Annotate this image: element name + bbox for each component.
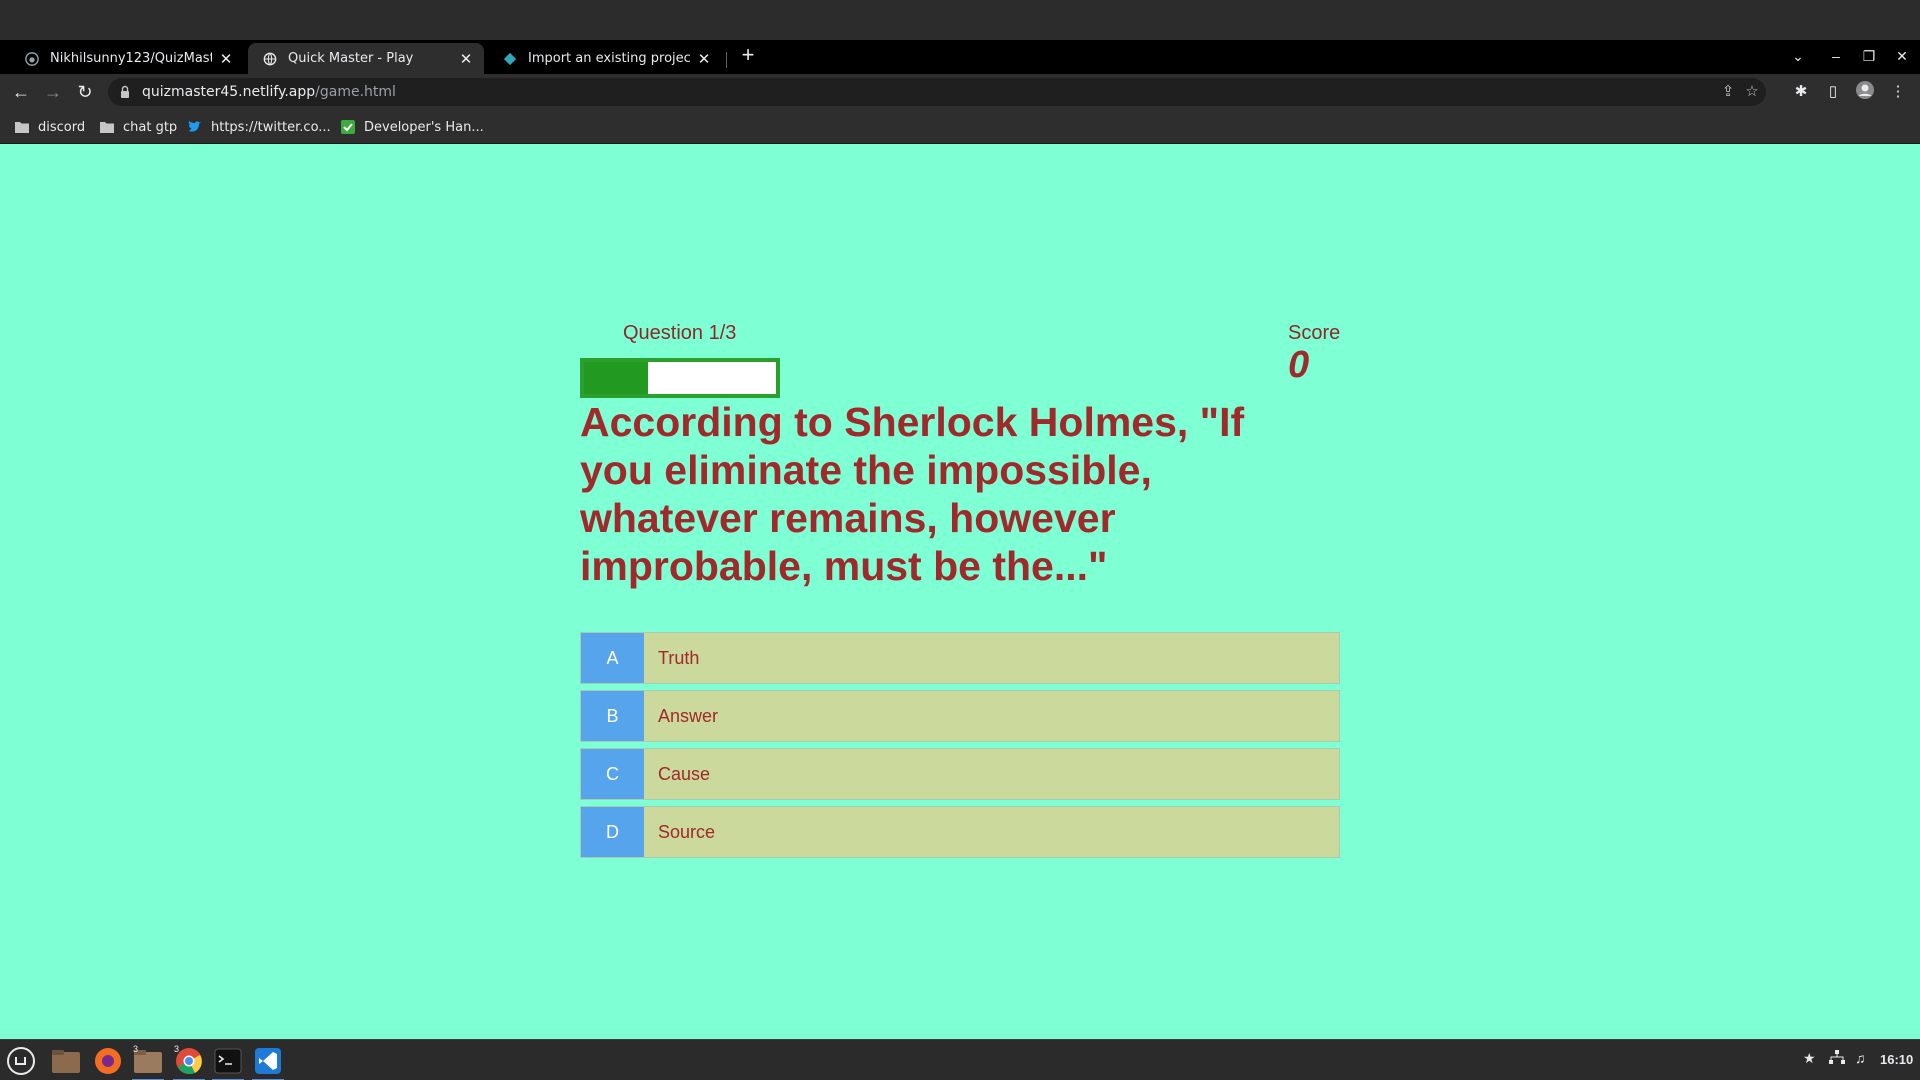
tab-quiz-play[interactable]: Quick Master - Play ✕ [248, 43, 484, 74]
netlify-icon [502, 51, 518, 67]
menu-kebab-icon[interactable]: ⋮ [1886, 80, 1910, 104]
choice-c[interactable]: C Cause [580, 748, 1340, 800]
choice-text: Answer [658, 705, 719, 726]
close-tab-icon[interactable]: ✕ [458, 50, 474, 68]
bookmark-label: https://twitter.co... [211, 119, 331, 135]
bookmark-chat-gtp[interactable]: chat gtp [99, 117, 177, 137]
choice-prefix: A [581, 633, 644, 683]
chrome-icon[interactable]: 3 [171, 1043, 207, 1080]
bookmark-label: chat gtp [123, 119, 178, 135]
question-text: According to Sherlock Holmes, "If you el… [580, 399, 1245, 589]
side-panel-icon[interactable]: ▯ [1821, 80, 1845, 104]
choice-b[interactable]: B Answer [580, 690, 1340, 742]
tab-title: Import an existing project fro [528, 51, 690, 66]
twitter-icon [187, 119, 203, 135]
choice-prefix: D [581, 807, 644, 857]
choice-prefix: C [581, 749, 644, 799]
firefox-icon[interactable] [90, 1043, 126, 1079]
clock: 16:10 [1880, 1052, 1914, 1067]
folder-icon[interactable]: 3 [130, 1043, 166, 1080]
choice-a[interactable]: A Truth [580, 632, 1340, 684]
url-path: /game.html [315, 84, 396, 100]
bookmarks-bar: discord chat gtp https://twitter.co... D… [0, 110, 1920, 144]
folder-icon [99, 119, 115, 135]
tab-title: Nikhilsunny123/QuizMaster: S [50, 51, 212, 66]
tab-separator [726, 52, 727, 68]
score-label: Score [1288, 322, 1341, 344]
window-count-badge: 3 [133, 1044, 139, 1054]
close-tab-icon[interactable]: ✕ [218, 50, 234, 68]
close-tab-icon[interactable]: ✕ [696, 50, 712, 68]
files-icon[interactable] [48, 1043, 84, 1079]
restore-icon[interactable]: ❐ [1857, 44, 1881, 68]
choice-text: Cause [658, 763, 711, 784]
network-icon[interactable] [1829, 1050, 1845, 1067]
lock-icon [121, 85, 129, 98]
bookmark-discord[interactable]: discord [14, 117, 85, 137]
bookmark-developers-handbook[interactable]: Developer's Han... [340, 117, 484, 137]
choice-list: A Truth B Answer C Cause D Source [580, 632, 1340, 864]
address-bar[interactable]: quizmaster45.netlify.app/game.html ⇪ ☆ [108, 78, 1766, 106]
bookmark-star-icon[interactable]: ☆ [1740, 80, 1764, 104]
new-tab-button[interactable]: + [736, 44, 760, 68]
os-taskbar: 3 3 ★ ♫ 16:10 [0, 1039, 1920, 1080]
tab-strip: Nikhilsunny123/QuizMaster: S ✕ Quick Mas… [0, 40, 1920, 74]
window-count-badge: 3 [174, 1044, 180, 1054]
browser-title-bar [0, 0, 1920, 40]
terminal-icon[interactable] [210, 1043, 246, 1080]
folder-icon [14, 119, 30, 135]
back-icon[interactable]: ← [9, 80, 33, 104]
question-progress-text: Question 1/3 [623, 322, 737, 344]
tab-github[interactable]: Nikhilsunny123/QuizMaster: S ✕ [10, 43, 244, 74]
vscode-icon[interactable] [250, 1043, 286, 1080]
favorites-star-icon[interactable]: ★ [1803, 1050, 1816, 1067]
url-host: quizmaster45.netlify.app [142, 84, 316, 100]
browser-toolbar: ← → ↻ quizmaster45.netlify.app/game.html… [0, 74, 1920, 110]
sound-icon[interactable]: ♫ [1855, 1050, 1866, 1066]
bookmark-label: Developer's Han... [364, 119, 484, 135]
choice-prefix: B [581, 691, 644, 741]
reload-icon[interactable]: ↻ [73, 80, 97, 104]
tab-title: Quick Master - Play [288, 51, 414, 66]
share-icon[interactable]: ⇪ [1716, 80, 1740, 104]
checkmark-icon [340, 119, 356, 135]
choice-d[interactable]: D Source [580, 806, 1340, 858]
profile-avatar-icon[interactable] [1853, 80, 1877, 104]
forward-icon[interactable]: → [41, 80, 65, 104]
globe-icon [262, 51, 278, 67]
tab-search-icon[interactable]: ⌄ [1786, 44, 1810, 68]
close-window-icon[interactable]: ✕ [1890, 44, 1914, 68]
choice-text: Truth [658, 647, 700, 668]
url-text: quizmaster45.netlify.app/game.html [142, 84, 396, 100]
choice-text: Source [658, 821, 716, 842]
bookmark-label: discord [38, 119, 86, 135]
tab-netlify-import[interactable]: Import an existing project fro ✕ [488, 43, 722, 74]
mint-menu-icon[interactable] [3, 1043, 39, 1079]
progress-bar-fill [584, 362, 648, 394]
github-icon [24, 51, 40, 67]
bookmark-twitter[interactable]: https://twitter.co... [187, 117, 331, 137]
extensions-icon[interactable]: ✱ [1789, 80, 1813, 104]
progress-bar [580, 358, 780, 398]
minimize-icon[interactable]: – [1824, 44, 1848, 68]
score-value: 0 [1288, 344, 1310, 386]
